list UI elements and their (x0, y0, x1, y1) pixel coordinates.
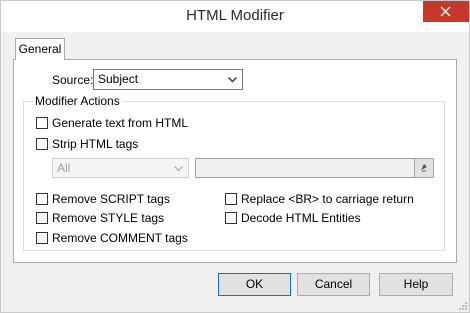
ok-button[interactable]: OK (218, 273, 291, 296)
dialog-window: HTML Modifier General Source: Subject Mo… (0, 0, 470, 313)
remove-style-label: Remove STYLE tags (52, 211, 165, 225)
source-select-value: Subject (98, 72, 139, 86)
chevron-down-icon (174, 166, 183, 172)
remove-comment-checkbox[interactable] (36, 232, 48, 244)
source-label: Source: (52, 73, 94, 87)
edit-icon (421, 164, 427, 172)
generate-text-checkbox[interactable] (36, 117, 48, 129)
strip-mode-value: All (57, 161, 71, 175)
resize-grip-icon[interactable] (457, 300, 467, 310)
close-icon (440, 6, 451, 17)
replace-br-label: Replace <BR> to carriage return (241, 192, 414, 206)
remove-style-checkbox[interactable] (36, 212, 48, 224)
replace-br-checkbox[interactable] (225, 193, 237, 205)
remove-comment-label: Remove COMMENT tags (52, 231, 188, 245)
strip-tags-list-field[interactable] (195, 158, 415, 178)
window-title: HTML Modifier (186, 7, 284, 24)
remove-script-checkbox[interactable] (36, 193, 48, 205)
help-button[interactable]: Help (379, 273, 453, 296)
source-select[interactable]: Subject (93, 69, 243, 90)
cancel-button[interactable]: Cancel (297, 273, 370, 296)
chevron-down-icon (228, 77, 237, 83)
strip-mode-select[interactable]: All (52, 158, 189, 178)
title-bar: HTML Modifier (1, 1, 469, 32)
browse-button[interactable] (414, 158, 434, 178)
strip-html-tags-checkbox[interactable] (36, 138, 48, 150)
tab-general[interactable]: General (15, 38, 65, 60)
decode-entities-label: Decode HTML Entities (241, 211, 361, 225)
remove-script-label: Remove SCRIPT tags (52, 192, 170, 206)
modifier-actions-label: Modifier Actions (33, 94, 122, 108)
generate-text-label: Generate text from HTML (52, 116, 189, 130)
strip-html-tags-label: Strip HTML tags (52, 137, 139, 151)
decode-entities-checkbox[interactable] (225, 212, 237, 224)
close-button[interactable] (423, 1, 469, 22)
